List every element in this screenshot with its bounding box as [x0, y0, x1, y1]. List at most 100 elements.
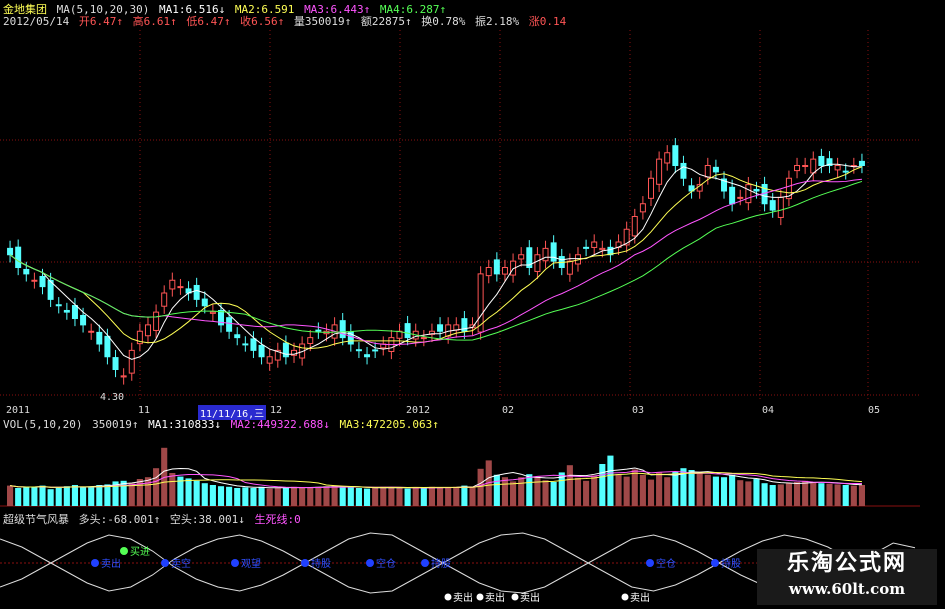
volume-bar — [826, 483, 833, 506]
volume-bar — [323, 486, 330, 506]
volume-bar — [615, 474, 622, 506]
sell-signal-dot — [476, 593, 484, 601]
volume-bar — [153, 468, 160, 506]
volume-bar — [39, 485, 46, 506]
volume-bar — [858, 485, 865, 506]
volume-bar — [169, 473, 176, 506]
volume-bar — [445, 488, 452, 506]
volume-bar — [331, 485, 338, 506]
candle-body — [753, 188, 760, 192]
candle-body — [485, 267, 492, 277]
volume-bar — [566, 465, 573, 506]
volume-bar — [242, 487, 249, 506]
volume-bar — [769, 485, 776, 506]
volume-bar — [307, 488, 314, 506]
volume-bar — [420, 488, 427, 506]
candle-body — [794, 165, 801, 172]
candle-body — [745, 184, 752, 204]
candle-body — [583, 246, 590, 249]
candle-body — [420, 337, 427, 340]
candle-body — [802, 165, 809, 167]
x-label-12: 12 — [270, 405, 283, 416]
candle-body — [209, 311, 216, 314]
candle-body — [810, 158, 817, 174]
volume-bar — [672, 471, 679, 506]
signal-dot — [91, 559, 99, 567]
signal-label: 持股 — [311, 557, 331, 570]
candle-body — [631, 216, 638, 237]
signal-dot — [711, 559, 719, 567]
candle-body — [104, 335, 111, 358]
volume-bar — [15, 488, 22, 506]
volume-bar — [834, 484, 841, 506]
sell-signal-dot — [444, 593, 452, 601]
candle-body — [599, 247, 606, 251]
signal-dot — [161, 559, 169, 567]
x-label-11: 11 — [138, 405, 151, 416]
price-chart[interactable] — [0, 0, 945, 400]
volume-bar — [704, 474, 711, 506]
volume-bar — [542, 480, 549, 506]
signal-dot — [231, 559, 239, 567]
volume-bar — [209, 485, 216, 506]
candle-body — [307, 337, 314, 344]
candle-body — [201, 298, 208, 307]
volume-bar — [583, 480, 590, 506]
volume-bar — [550, 482, 557, 506]
volume-bar — [696, 473, 703, 506]
volume-bar — [526, 474, 533, 506]
candle-body — [71, 305, 78, 319]
volume-bar — [315, 486, 322, 506]
volume-bar — [217, 486, 225, 506]
sell-signal-dot — [621, 593, 629, 601]
volume-bar — [347, 487, 354, 506]
candle-body — [372, 349, 379, 352]
volume-bar — [729, 474, 736, 506]
signal-label: 卖出 — [101, 557, 121, 570]
volume-bar — [623, 476, 630, 506]
candle-body — [437, 324, 444, 332]
volume-bar — [656, 472, 663, 506]
candle-body — [55, 304, 62, 307]
candle-body — [112, 357, 119, 370]
signal-label: 空仓 — [656, 557, 676, 570]
volume-bar — [193, 480, 200, 506]
candle-body — [404, 323, 411, 339]
ma30-line — [9, 180, 863, 341]
candle-body — [153, 311, 160, 331]
candle-body — [656, 158, 663, 185]
volume-bar — [201, 483, 208, 506]
candle-body — [120, 375, 127, 378]
candle-body — [364, 354, 371, 358]
candle-body — [315, 329, 322, 332]
volume-bar — [850, 485, 857, 506]
x-label-2011: 2011 — [6, 405, 31, 416]
candle-body — [80, 314, 87, 326]
volume-bar — [793, 482, 801, 506]
candle-body — [534, 254, 541, 272]
volume-bar — [372, 488, 379, 506]
candle-body — [7, 247, 14, 256]
volume-bar — [185, 478, 192, 506]
candle-body — [518, 254, 525, 260]
volume-bar — [380, 486, 387, 506]
volume-bar — [461, 485, 468, 506]
volume-bar — [688, 470, 695, 506]
x-label-2012: 2012 — [406, 405, 431, 416]
candle-body — [23, 268, 30, 275]
candle-body — [818, 155, 825, 166]
volume-chart[interactable] — [0, 430, 945, 510]
candle-body — [234, 334, 241, 339]
volume-bar — [720, 477, 728, 506]
volume-bar — [785, 483, 792, 506]
x-label-02: 02 — [502, 405, 515, 416]
candle-body — [96, 331, 103, 345]
low-price-marker: 4.30 — [100, 392, 125, 403]
candle-body — [493, 259, 500, 275]
volume-bar — [104, 484, 111, 506]
volume-bar — [599, 464, 606, 506]
volume-bar — [120, 480, 127, 506]
candle-body — [226, 317, 233, 332]
candle-body — [737, 196, 744, 199]
volume-bar — [396, 488, 403, 506]
